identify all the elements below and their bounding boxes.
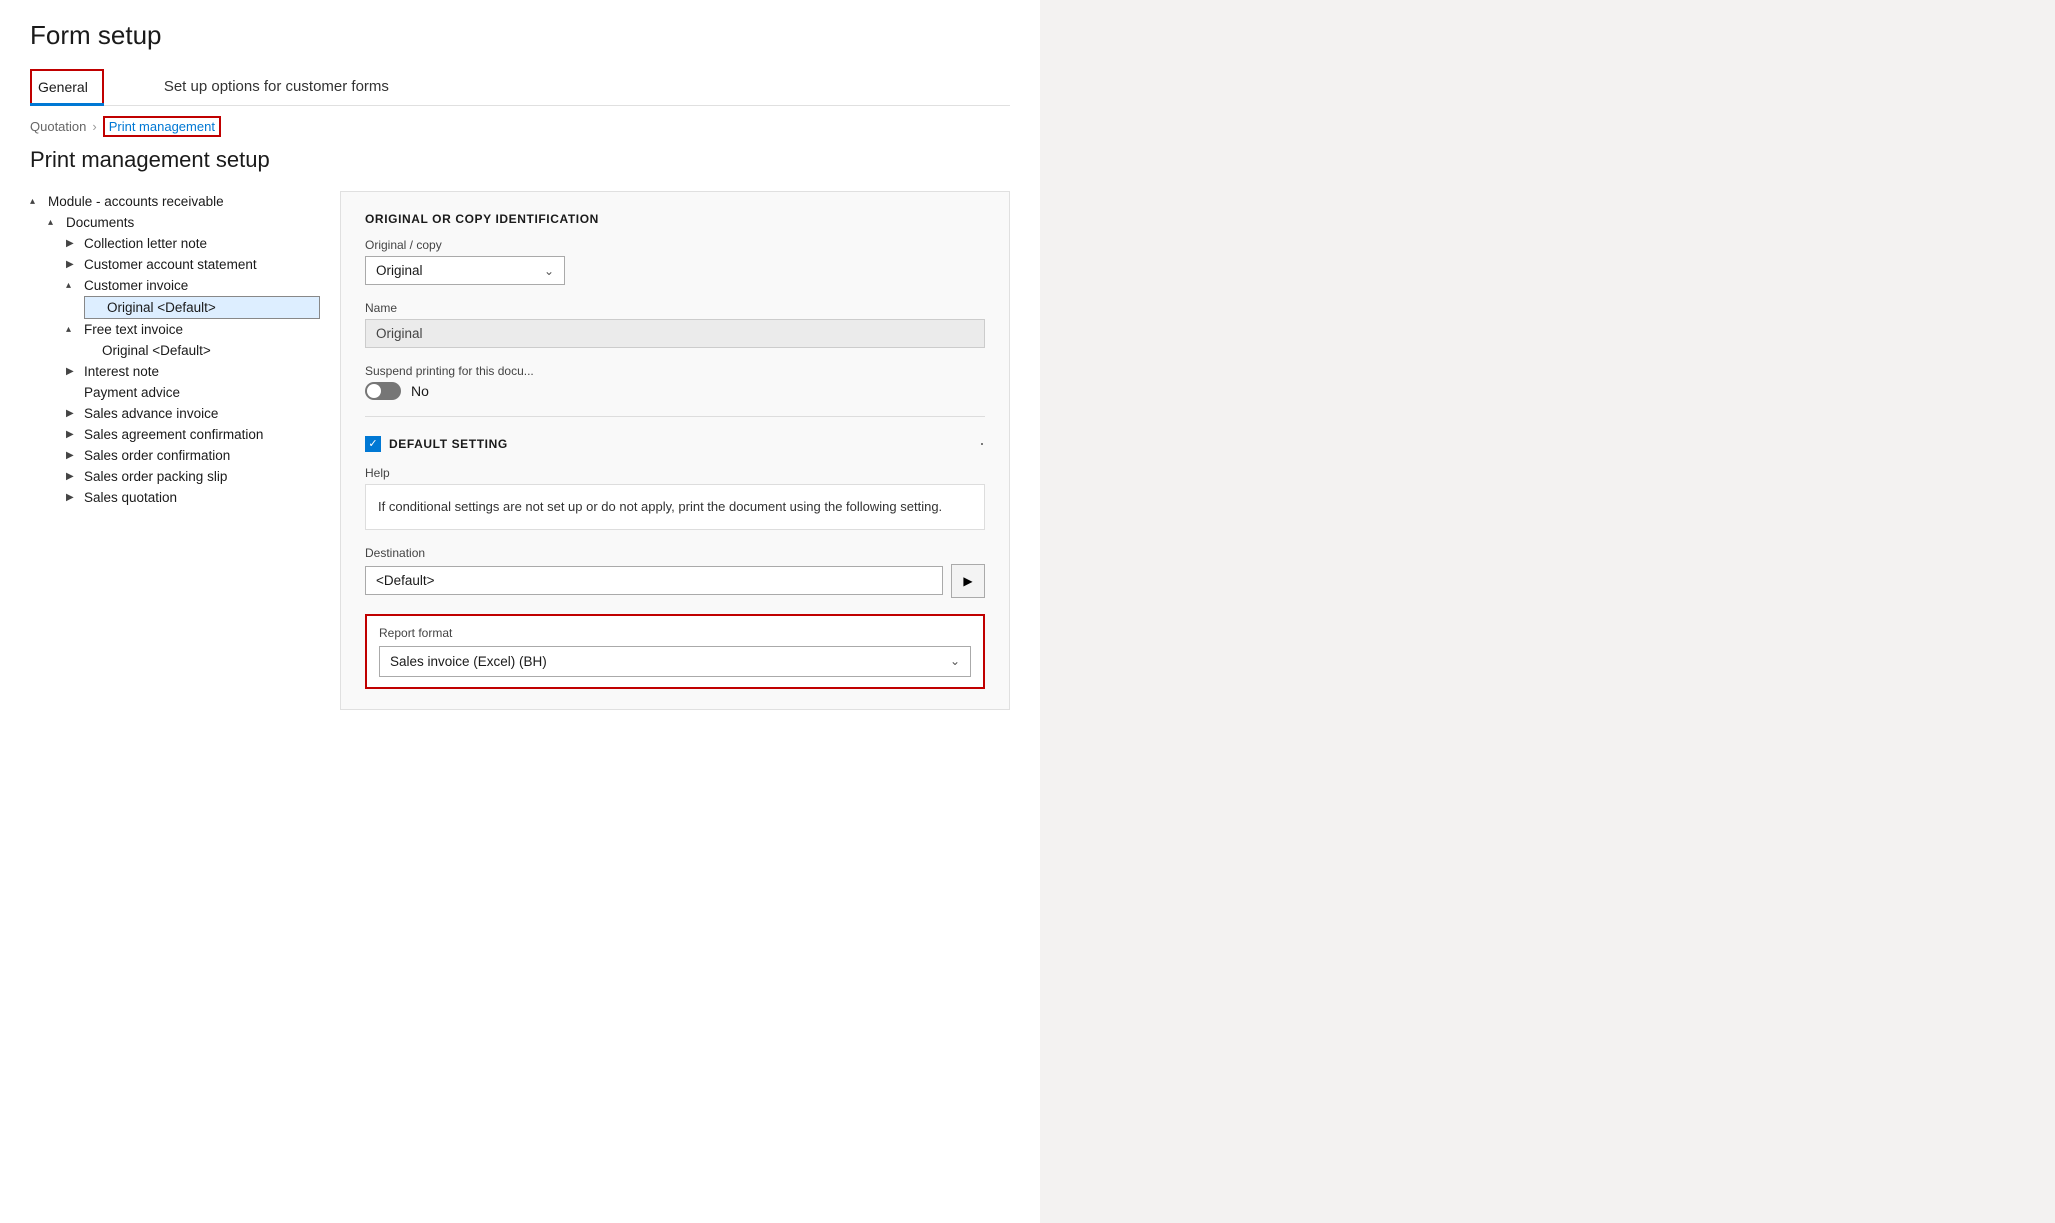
- tree-panel: ▴ Module - accounts receivable ▴ Documen…: [30, 191, 340, 710]
- play-icon: ▶: [963, 574, 972, 588]
- original-copy-label: Original / copy: [365, 238, 985, 252]
- toggle-icon: ▶: [66, 259, 84, 270]
- breadcrumb: Quotation › Print management: [30, 106, 1010, 147]
- tree-node-sales-order-packing[interactable]: ▶ Sales order packing slip: [30, 466, 320, 487]
- tab-general[interactable]: General: [30, 69, 104, 105]
- name-field: Original: [365, 319, 985, 348]
- toggle-icon: ▶: [66, 429, 84, 440]
- tree-node-free-text-invoice[interactable]: ▴ Free text invoice: [30, 319, 320, 340]
- tab-bar: General Set up options for customer form…: [30, 69, 1010, 106]
- breadcrumb-print-management[interactable]: Print management: [103, 116, 221, 137]
- help-label: Help: [365, 466, 985, 480]
- suspend-value: No: [411, 383, 429, 399]
- report-format-select[interactable]: Sales invoice (Excel) (BH) ⌄: [379, 646, 971, 677]
- chevron-down-icon: ⌄: [544, 264, 554, 278]
- help-group: Help If conditional settings are not set…: [365, 466, 985, 530]
- tree-node-original-default[interactable]: Original <Default>: [84, 296, 320, 319]
- tree-node-collection-letter[interactable]: ▶ Collection letter note: [30, 233, 320, 254]
- destination-button[interactable]: ▶: [951, 564, 985, 598]
- tree-node-documents[interactable]: ▴ Documents: [30, 212, 320, 233]
- destination-group: Destination <Default> ▶: [365, 546, 985, 598]
- report-format-label: Report format: [379, 626, 971, 640]
- page-title: Form setup: [30, 20, 1010, 51]
- toggle-icon: ▴: [66, 280, 84, 291]
- tree-node-payment-advice[interactable]: Payment advice: [30, 382, 320, 403]
- original-copy-group: Original / copy Original ⌄: [365, 238, 985, 285]
- tree-node-module[interactable]: ▴ Module - accounts receivable: [30, 191, 320, 212]
- toggle-icon: ▶: [66, 492, 84, 503]
- toggle-icon: ▶: [66, 450, 84, 461]
- suspend-toggle[interactable]: [365, 382, 401, 400]
- dot-menu-icon[interactable]: ·: [979, 433, 985, 454]
- destination-field[interactable]: <Default>: [365, 566, 943, 595]
- tree-node-interest-note[interactable]: ▶ Interest note: [30, 361, 320, 382]
- tree-node-free-text-original[interactable]: Original <Default>: [30, 340, 320, 361]
- tree-node-customer-account[interactable]: ▶ Customer account statement: [30, 254, 320, 275]
- default-setting-header: ✓ DEFAULT SETTING ·: [365, 433, 985, 454]
- toggle-icon: ▶: [66, 366, 84, 377]
- toggle-icon: ▶: [66, 238, 84, 249]
- detail-panel: ORIGINAL OR COPY IDENTIFICATION Original…: [340, 191, 1010, 710]
- tree-node-sales-advance[interactable]: ▶ Sales advance invoice: [30, 403, 320, 424]
- breadcrumb-quotation: Quotation: [30, 119, 86, 134]
- subtitle: Set up options for customer forms: [104, 69, 1010, 105]
- orig-copy-header: ORIGINAL OR COPY IDENTIFICATION: [365, 212, 985, 226]
- chevron-down-icon: ⌄: [950, 654, 960, 668]
- suspend-group: Suspend printing for this docu... No: [365, 364, 985, 400]
- destination-label: Destination: [365, 546, 985, 560]
- name-label: Name: [365, 301, 985, 315]
- tree-node-customer-invoice[interactable]: ▴ Customer invoice: [30, 275, 320, 296]
- main-content: ▴ Module - accounts receivable ▴ Documen…: [30, 191, 1010, 710]
- toggle-icon: ▴: [66, 324, 84, 335]
- toggle-icon: ▶: [66, 408, 84, 419]
- toggle-icon: ▶: [66, 471, 84, 482]
- report-format-section: Report format Sales invoice (Excel) (BH)…: [365, 614, 985, 689]
- toggle-icon: ▴: [48, 217, 66, 228]
- tree-node-sales-quotation[interactable]: ▶ Sales quotation: [30, 487, 320, 508]
- tree-node-sales-agreement[interactable]: ▶ Sales agreement confirmation: [30, 424, 320, 445]
- help-text: If conditional settings are not set up o…: [365, 484, 985, 530]
- tree-node-sales-order-confirmation[interactable]: ▶ Sales order confirmation: [30, 445, 320, 466]
- suspend-label: Suspend printing for this docu...: [365, 364, 985, 378]
- default-setting-checkbox[interactable]: ✓: [365, 436, 381, 452]
- name-group: Name Original: [365, 301, 985, 348]
- section-title: Print management setup: [30, 147, 1010, 173]
- toggle-icon: ▴: [30, 196, 48, 207]
- original-copy-select[interactable]: Original ⌄: [365, 256, 565, 285]
